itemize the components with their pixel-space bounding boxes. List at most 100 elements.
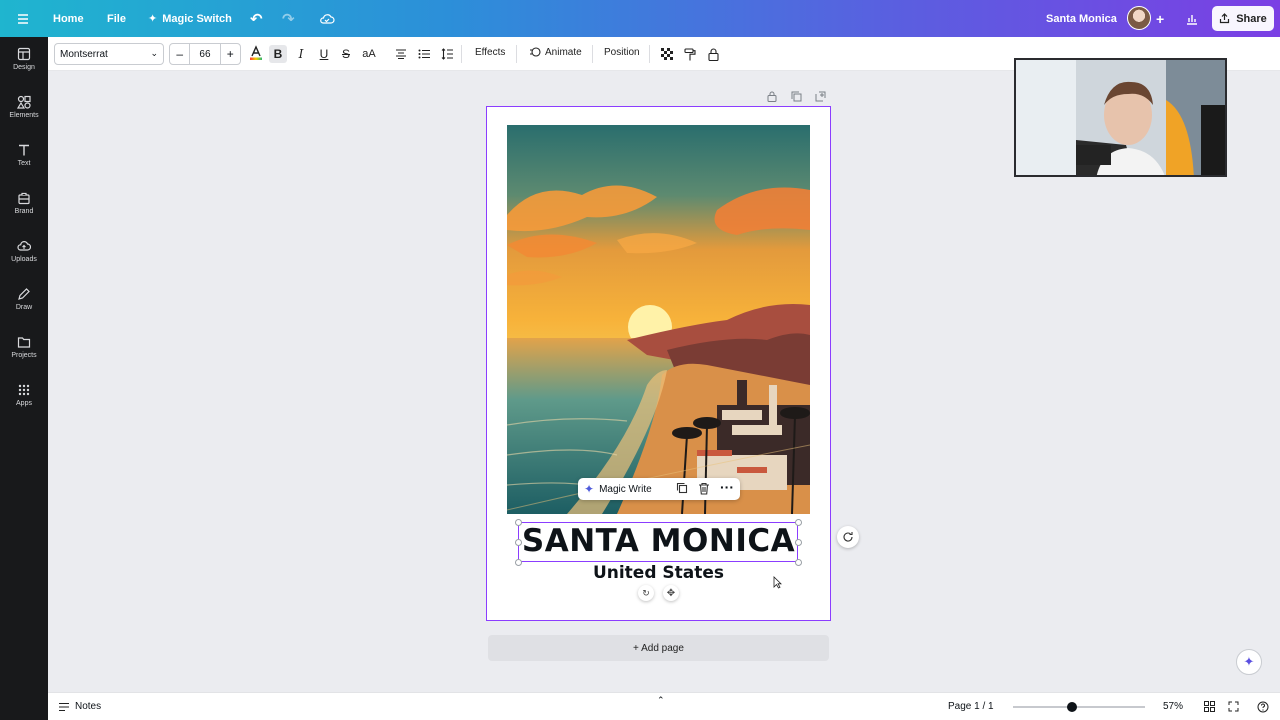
- effects-button[interactable]: Effects: [475, 47, 505, 58]
- left-rail: Design Elements Text Brand Uploads Draw …: [0, 37, 48, 720]
- divider: [592, 45, 593, 63]
- paint-roller-icon[interactable]: [681, 45, 699, 63]
- zoom-slider[interactable]: [1013, 706, 1145, 708]
- share-icon: [1220, 13, 1230, 24]
- animate-icon: [530, 47, 541, 57]
- underline-icon[interactable]: U: [315, 45, 333, 63]
- duplicate-icon[interactable]: [676, 482, 688, 497]
- trash-icon[interactable]: [698, 482, 710, 498]
- rail-item-design[interactable]: Design: [0, 37, 48, 81]
- share-label: Share: [1236, 12, 1267, 25]
- rail-label: Apps: [16, 400, 32, 407]
- add-page-icon[interactable]: [814, 90, 826, 102]
- strikethrough-icon[interactable]: S: [337, 45, 355, 63]
- webcam-overlay: [1014, 58, 1227, 177]
- divider: [461, 45, 462, 63]
- position-button[interactable]: Position: [604, 47, 640, 58]
- magic-write-button[interactable]: Magic Write: [599, 484, 652, 495]
- divider: [516, 45, 517, 63]
- file-menu[interactable]: File: [107, 0, 126, 37]
- duplicate-page-icon[interactable]: [790, 90, 802, 102]
- font-family-value: Montserrat: [60, 48, 108, 60]
- rail-item-brand[interactable]: Brand: [0, 181, 48, 225]
- undo-icon[interactable]: ↶: [250, 0, 263, 37]
- expand-pages-icon[interactable]: ⌃: [657, 695, 665, 706]
- chevron-down-icon: ⌄: [150, 48, 158, 58]
- animate-button[interactable]: Animate: [529, 46, 582, 58]
- magic-write-icon: ✦: [584, 482, 595, 496]
- rail-label: Text: [17, 160, 31, 167]
- notes-label: Notes: [75, 701, 102, 712]
- spacing-icon[interactable]: [438, 45, 456, 63]
- folder-icon: [17, 337, 31, 348]
- notes-icon: [59, 702, 69, 711]
- rail-item-draw[interactable]: Draw: [0, 277, 48, 321]
- fullscreen-icon[interactable]: [1228, 701, 1239, 712]
- rail-item-projects[interactable]: Projects: [0, 325, 48, 369]
- top-bar: Home File ✦ Magic Switch ↶ ↷ Santa Monic…: [0, 0, 1280, 37]
- text-color-icon[interactable]: [247, 44, 265, 62]
- letter-case-icon[interactable]: aA: [360, 45, 378, 63]
- headline-text[interactable]: SANTA MONICA: [486, 523, 831, 559]
- zoom-level[interactable]: 57%: [1163, 701, 1183, 712]
- help-icon[interactable]: [1257, 701, 1269, 713]
- rail-item-text[interactable]: Text: [0, 133, 48, 177]
- cloud-saved-icon[interactable]: [319, 0, 335, 37]
- rail-item-apps[interactable]: Apps: [0, 373, 48, 417]
- font-size-stepper: – 66 +: [169, 43, 241, 65]
- hamburger-icon: [18, 13, 28, 24]
- rail-item-elements[interactable]: Elements: [0, 85, 48, 129]
- document-title[interactable]: Santa Monica: [1046, 0, 1117, 37]
- menu-button[interactable]: [17, 0, 29, 37]
- magic-switch-label: Magic Switch: [162, 12, 232, 25]
- move-icon[interactable]: ✥: [663, 585, 679, 601]
- magic-switch-button[interactable]: ✦ Magic Switch: [148, 0, 232, 37]
- draw-icon: [18, 288, 30, 300]
- avatar[interactable]: [1127, 6, 1151, 30]
- increase-size-button[interactable]: +: [221, 44, 240, 64]
- lock-page-icon[interactable]: [766, 90, 778, 102]
- layout-icon: [17, 47, 31, 61]
- share-button[interactable]: Share: [1212, 6, 1274, 31]
- bottom-bar: Notes ⌃ Page 1 / 1 57%: [48, 692, 1280, 720]
- sparkle-icon: ✦: [148, 13, 158, 25]
- zoom-slider-knob[interactable]: [1067, 702, 1077, 712]
- sparkle-icon: ✦: [1243, 654, 1255, 669]
- rail-item-uploads[interactable]: Uploads: [0, 229, 48, 273]
- lock-icon[interactable]: [704, 45, 722, 63]
- brand-icon: [18, 192, 30, 205]
- page-indicator[interactable]: Page 1 / 1: [948, 701, 994, 712]
- rail-label: Projects: [11, 352, 37, 359]
- rail-label: Brand: [14, 208, 34, 215]
- shapes-icon: [17, 95, 31, 109]
- align-center-icon[interactable]: [392, 45, 410, 63]
- divider: [649, 45, 650, 63]
- transparency-icon[interactable]: [658, 45, 676, 63]
- animate-label: Animate: [545, 46, 582, 58]
- add-collaborator-icon[interactable]: +: [1156, 0, 1164, 37]
- text-context-toolbar: ✦ Magic Write ···: [578, 478, 740, 500]
- apps-icon: [18, 384, 30, 396]
- italic-icon[interactable]: I: [292, 45, 310, 63]
- font-family-select[interactable]: Montserrat ⌄: [54, 43, 164, 65]
- santa-monica-illustration[interactable]: [507, 125, 810, 514]
- font-size-input[interactable]: 66: [189, 44, 221, 64]
- rotate-icon[interactable]: ↻: [638, 585, 654, 601]
- grid-view-icon[interactable]: [1204, 701, 1215, 712]
- magic-assistant-button[interactable]: ✦: [1236, 649, 1262, 675]
- add-page-button[interactable]: + Add page: [488, 635, 829, 661]
- rail-label: Design: [13, 64, 35, 71]
- redo-icon[interactable]: ↷: [282, 0, 295, 37]
- refresh-comment-icon[interactable]: [837, 526, 859, 548]
- home-button[interactable]: Home: [53, 0, 84, 37]
- text-icon: [19, 144, 29, 156]
- insights-icon[interactable]: [1186, 0, 1198, 37]
- rail-label: Draw: [15, 304, 33, 311]
- more-options-icon[interactable]: ···: [720, 479, 734, 495]
- list-icon[interactable]: [415, 45, 433, 63]
- decrease-size-button[interactable]: –: [170, 44, 189, 64]
- notes-button[interactable]: Notes: [58, 701, 101, 712]
- rail-label: Elements: [9, 112, 39, 119]
- bold-icon[interactable]: B: [269, 45, 287, 63]
- upload-icon: [17, 241, 31, 251]
